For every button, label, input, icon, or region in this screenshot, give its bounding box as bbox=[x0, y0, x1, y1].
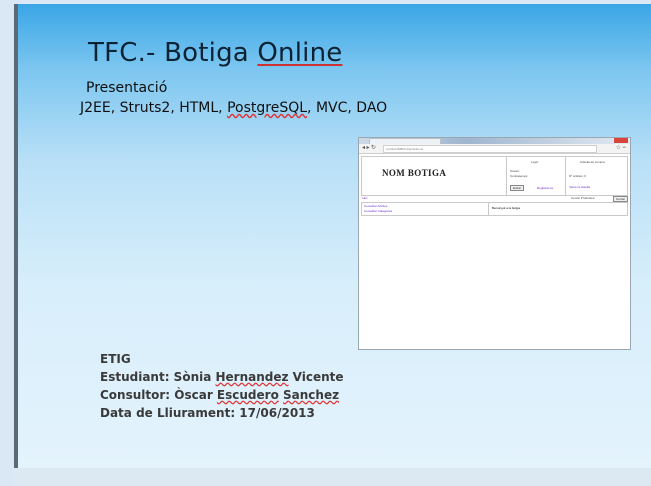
tech-part-2: , MVC, DAO bbox=[307, 100, 388, 116]
cart-title: Cistella de compra bbox=[580, 160, 605, 164]
embedded-browser-screenshot: ◂ ▸ ↻ localhost:8080/botiga/index.do ☆ ≡… bbox=[358, 137, 631, 350]
search-label: Cercar Productes: bbox=[571, 196, 596, 200]
presentation-slide: TFC.- Botiga Online Presentació J2EE, St… bbox=[14, 4, 651, 469]
student-surname: Hernandez bbox=[215, 370, 289, 384]
slide-subtitle: Presentació bbox=[86, 80, 168, 96]
cart-count: Nº articles: 0 bbox=[569, 174, 586, 178]
tech-part-1: J2EE, Struts2, HTML, bbox=[80, 100, 228, 116]
consultant-label: Consultor: Òscar bbox=[100, 388, 217, 402]
shop-header: NOM BOTIGA Login Usuari: Contrasenya: En… bbox=[361, 156, 628, 196]
categories-link: Consultar Categories bbox=[364, 209, 393, 213]
tech-postgresql: PostgreSQL bbox=[227, 100, 308, 116]
menu-icon: ☆ ≡ bbox=[615, 145, 626, 151]
program-line: ETIG bbox=[100, 352, 131, 366]
home-link: Inici bbox=[362, 196, 368, 200]
shop-logo: NOM BOTIGA bbox=[382, 168, 447, 178]
student-label: Estudiant: Sònia bbox=[100, 370, 216, 384]
cart-box: Cistella de compra Nº articles: 0 Veure … bbox=[565, 157, 628, 195]
menu-column: Consultar Articles Consultar Categories bbox=[362, 203, 489, 215]
student-rest: Vicente bbox=[288, 370, 344, 384]
slide-title-prefix: TFC.- Botiga bbox=[88, 38, 258, 68]
technology-list: J2EE, Struts2, HTML, PostgreSQL, MVC, DA… bbox=[80, 100, 387, 116]
consultant-surname-1: Escudero bbox=[216, 388, 279, 402]
login-user-label: Usuari: bbox=[510, 169, 520, 173]
content-columns: Consultar Articles Consultar Categories … bbox=[361, 202, 628, 216]
back-forward-icon: ◂ ▸ ↻ bbox=[362, 145, 377, 151]
login-pass-label: Contrasenya: bbox=[510, 174, 528, 178]
browser-url-field: localhost:8080/botiga/index.do bbox=[383, 145, 597, 153]
window-close-icon bbox=[614, 138, 628, 143]
cart-link: Veure la cistella bbox=[569, 185, 591, 189]
consultant-surname-2: Sanchez bbox=[283, 388, 340, 402]
login-title: Login bbox=[531, 160, 539, 164]
delivery-date-line: Data de Lliurament: 17/06/2013 bbox=[100, 406, 315, 420]
browser-address-bar: ◂ ▸ ↻ localhost:8080/botiga/index.do ☆ ≡ bbox=[359, 144, 630, 154]
login-box: Login Usuari: Contrasenya: Entrar Regist… bbox=[506, 157, 565, 195]
author-info: ETIG Estudiant: Sònia Hernandez Vicente … bbox=[100, 350, 344, 422]
slide-title: TFC.- Botiga Online bbox=[88, 38, 342, 68]
slide-bottom-margin bbox=[14, 468, 651, 486]
login-register-link: Registrar-se bbox=[537, 186, 554, 190]
slide-title-online: Online bbox=[257, 38, 343, 68]
student-line: Estudiant: Sònia Hernandez Vicente bbox=[100, 368, 344, 386]
login-enter-button: Entrar bbox=[510, 185, 525, 191]
welcome-text: Benvingut a la botiga bbox=[492, 206, 521, 210]
consultant-line: Consultor: Òscar Escudero Sanchez bbox=[100, 386, 344, 404]
articles-link: Consultar Articles bbox=[364, 204, 388, 208]
